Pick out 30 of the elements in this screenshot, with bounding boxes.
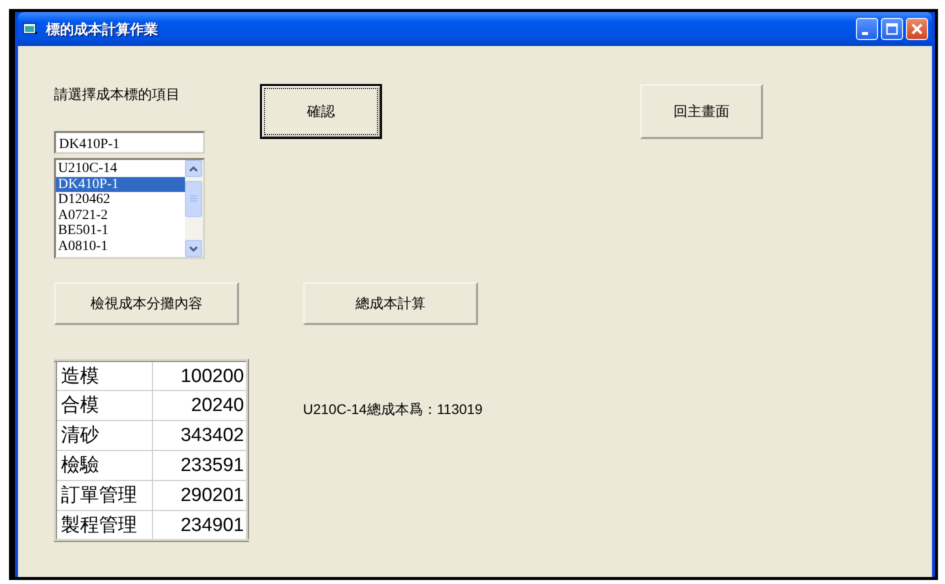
list-item[interactable]: D120462 (56, 192, 185, 208)
list-item[interactable]: DK410P-1 (56, 176, 185, 192)
scroll-up-icon[interactable] (185, 160, 202, 177)
maximize-icon (886, 23, 898, 35)
table-cell: 造模 (56, 360, 152, 390)
table-cell: 合模 (56, 390, 152, 420)
result-text: U210C-14總成本爲：113019 (303, 400, 482, 417)
list-item[interactable]: A0721-2 (56, 208, 185, 223)
selected-item-field[interactable]: DK410P-1 (54, 131, 205, 154)
minimize-button[interactable] (856, 18, 878, 40)
close-icon (911, 23, 923, 35)
list-item[interactable]: BE501-1 (56, 223, 185, 238)
table-cell: 清砂 (56, 420, 152, 450)
home-button[interactable]: 回主畫面 (640, 84, 763, 139)
scroll-thumb[interactable] (185, 180, 202, 216)
confirm-button[interactable]: 確認 (260, 84, 382, 139)
scroll-down-icon[interactable] (185, 240, 202, 257)
view-allocation-button[interactable]: 檢視成本分攤內容 (54, 282, 239, 325)
window-title: 標的成本計算作業 (46, 20, 159, 38)
maximize-button[interactable] (881, 18, 903, 40)
total-cost-button[interactable]: 總成本計算 (303, 282, 478, 325)
close-button[interactable] (906, 18, 928, 40)
prompt-label: 請選擇成本標的項目 (54, 85, 181, 104)
list-item[interactable]: U210C-14 (56, 161, 185, 176)
list-item[interactable]: A0810-1 (56, 238, 185, 254)
minimize-icon (862, 32, 868, 35)
table-cell: 檢驗 (56, 450, 152, 480)
scrollbar[interactable] (185, 160, 203, 257)
table-cell: 訂單管理 (56, 480, 152, 510)
window-icon (23, 22, 38, 36)
